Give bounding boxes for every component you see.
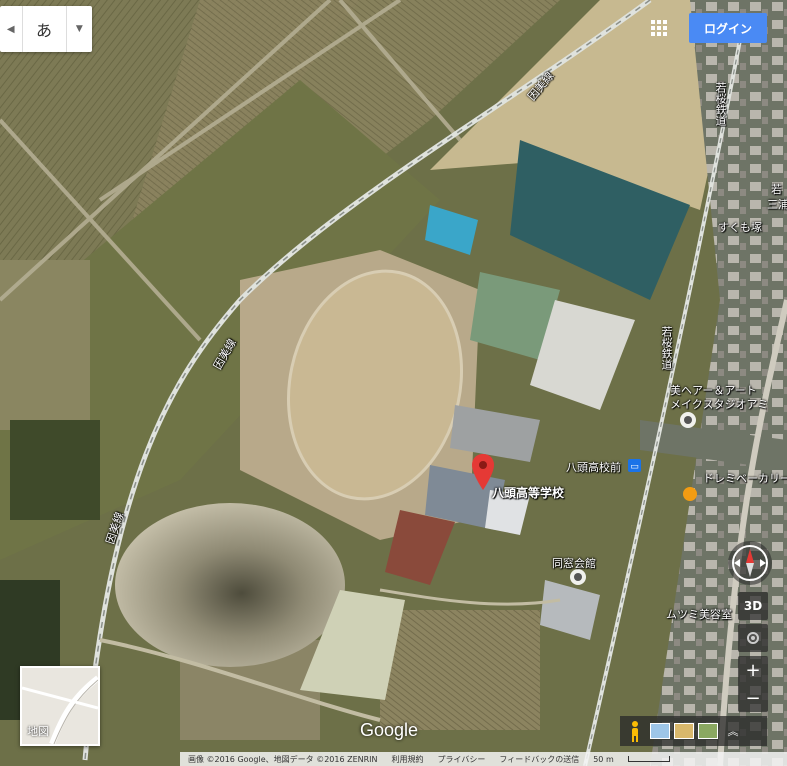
apps-grid-icon[interactable]: [649, 18, 669, 38]
salon-label-line2[interactable]: メイクスタジオアミ: [670, 396, 768, 412]
compass-control[interactable]: [728, 541, 772, 585]
hall-label[interactable]: 同窓会館: [552, 555, 596, 571]
zoom-in-button[interactable]: +: [738, 656, 768, 684]
collapse-arrow-button[interactable]: ◀: [0, 6, 23, 52]
ime-mode-button[interactable]: あ: [23, 6, 67, 52]
edge-label-2: 三浦: [767, 198, 787, 211]
svg-text:▭: ▭: [630, 462, 639, 472]
privacy-link[interactable]: プライバシー: [438, 754, 486, 765]
minimap-label: 地図: [27, 725, 49, 738]
location-target-icon: [747, 632, 759, 644]
ime-dropdown-icon[interactable]: ▼: [67, 6, 92, 52]
map-type-minimap[interactable]: 地図: [20, 666, 100, 746]
expand-up-icon[interactable]: ︽: [722, 718, 744, 744]
copyright-text: 画像 ©2016 Google、地図データ ©2016 ZENRIN: [188, 754, 378, 764]
satellite-map[interactable]: ▭: [0, 0, 787, 766]
feedback-link[interactable]: フィードバックの送信: [499, 754, 579, 765]
google-logo: Google: [360, 720, 419, 740]
login-button[interactable]: ログイン: [689, 13, 767, 43]
scale-label: 50 m: [593, 754, 614, 764]
place-sukumozuka[interactable]: すくも塚: [718, 219, 762, 235]
compass-icon: [732, 545, 768, 581]
imagery-thumb-3[interactable]: [698, 723, 718, 739]
imagery-thumb-2[interactable]: [674, 723, 694, 739]
imagery-strip: ︽: [620, 716, 767, 746]
bakery-label[interactable]: ドレミベーカリー: [703, 470, 787, 486]
rail-label-wakasa-2: 若桜鉄道: [714, 82, 727, 126]
imagery-thumb-1[interactable]: [650, 723, 670, 739]
3d-button[interactable]: 3D: [738, 592, 768, 620]
attribution-footer: 画像 ©2016 Google、地図データ ©2016 ZENRIN 利用規約 …: [180, 752, 787, 766]
zoom-out-button[interactable]: −: [738, 684, 768, 712]
terms-link[interactable]: 利用規約: [392, 754, 424, 765]
pegman-icon[interactable]: [624, 718, 646, 744]
edge-label-1: 若: [771, 183, 782, 196]
scale-bar: [627, 756, 670, 762]
location-pin-icon[interactable]: [472, 454, 494, 490]
station-label[interactable]: 八頭高校前: [566, 459, 621, 475]
beauty-salon-label[interactable]: ムツミ美容室: [666, 606, 732, 622]
school-label[interactable]: 八頭高等学校: [492, 484, 564, 501]
ime-toolbar: ◀ あ ▼: [0, 6, 92, 52]
rail-label-wakasa-1: 若桜鉄道: [660, 326, 673, 370]
my-location-button[interactable]: [738, 624, 768, 652]
